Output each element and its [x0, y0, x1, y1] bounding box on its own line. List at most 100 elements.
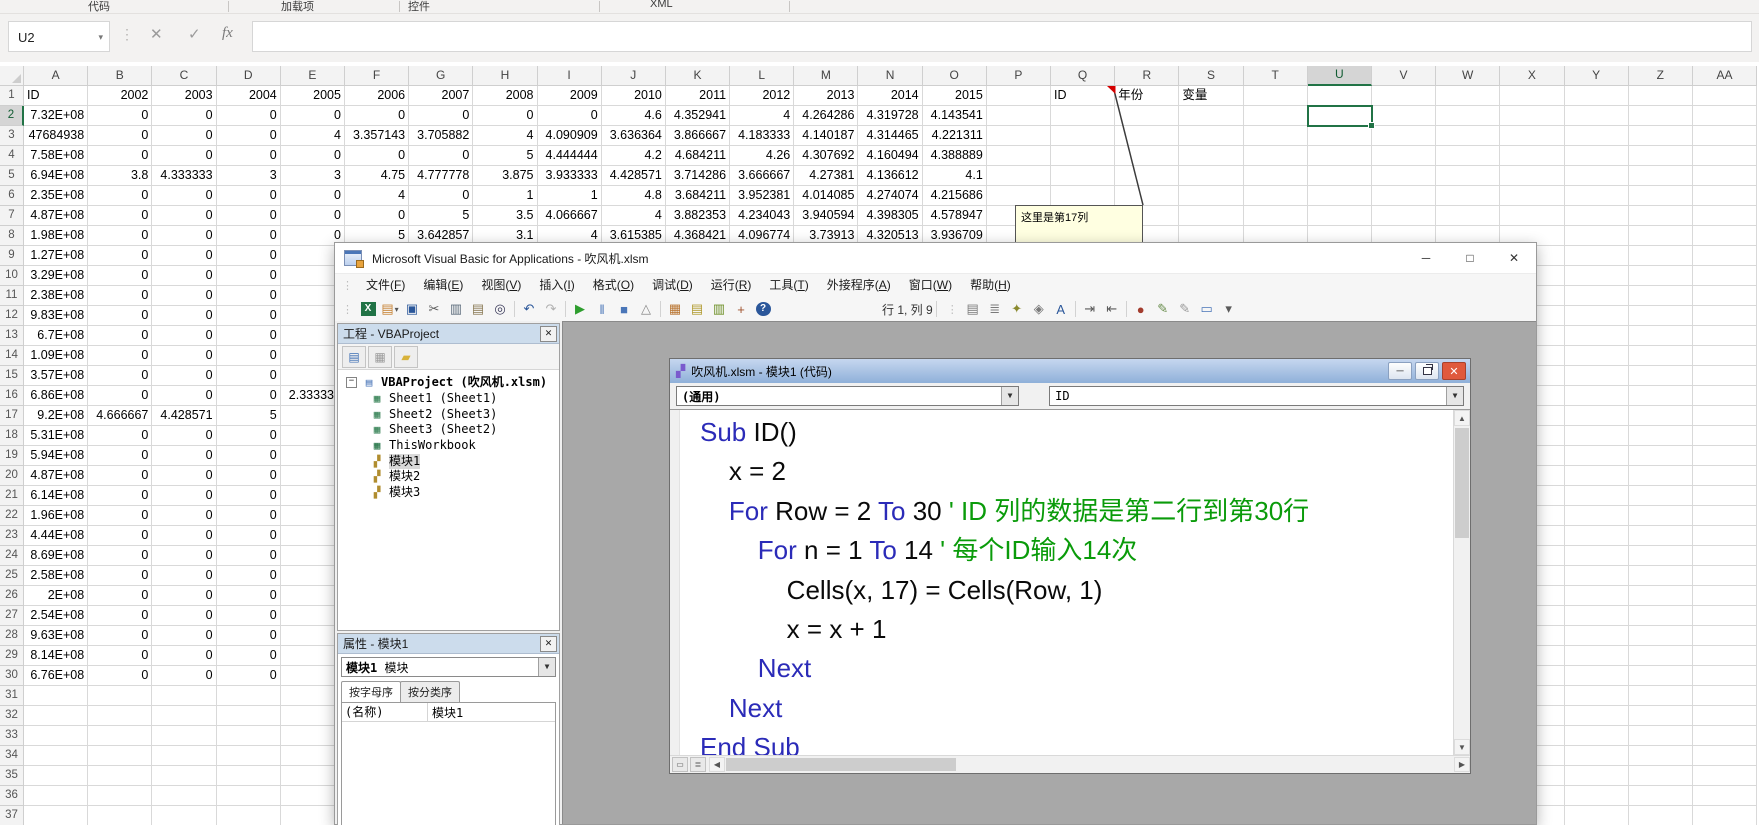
cell[interactable] [1564, 326, 1629, 346]
cell[interactable] [1564, 306, 1629, 326]
row-header[interactable]: 30 [0, 666, 24, 686]
cell[interactable]: 8.14E+08 [24, 646, 89, 666]
cell[interactable] [1243, 206, 1308, 226]
cell[interactable] [152, 786, 217, 806]
row-header[interactable]: 32 [0, 706, 24, 726]
insert-userform-icon[interactable]: ▤ ▾ [380, 300, 400, 319]
toolbox-icon[interactable]: + [731, 300, 751, 319]
cell[interactable] [1564, 606, 1629, 626]
cell[interactable]: 0 [152, 246, 217, 266]
formula-bar-input[interactable] [252, 21, 1752, 52]
cell[interactable] [1115, 146, 1180, 166]
cell[interactable]: 7.58E+08 [24, 146, 89, 166]
cell[interactable]: 4.183333 [730, 126, 795, 146]
cell[interactable] [1307, 206, 1372, 226]
horizontal-scrollbar-row[interactable]: ▭ ≣ ◀ ▶ [670, 755, 1470, 773]
cell[interactable] [1628, 346, 1693, 366]
column-header[interactable]: F [344, 66, 410, 86]
cell[interactable]: 4 [280, 126, 345, 146]
row-header[interactable]: 16 [0, 386, 24, 406]
cell[interactable]: 0 [216, 646, 281, 666]
cell[interactable] [216, 706, 281, 726]
cell[interactable]: 0 [152, 386, 217, 406]
row-header[interactable]: 5 [0, 166, 24, 186]
cell[interactable] [1692, 566, 1758, 586]
reset-icon[interactable]: ■ [614, 300, 634, 319]
cell[interactable]: 3 [216, 166, 281, 186]
cell[interactable]: 2011 [665, 86, 731, 106]
cell[interactable]: 4.428571 [152, 406, 217, 426]
cell[interactable]: 3.952381 [730, 186, 795, 206]
cell[interactable] [1436, 206, 1501, 226]
cell[interactable]: 4.44E+08 [24, 526, 89, 546]
cell[interactable]: 4.307692 [794, 146, 859, 166]
cell[interactable] [986, 106, 1051, 126]
cell[interactable] [1628, 386, 1693, 406]
cell[interactable]: 4.666667 [88, 406, 153, 426]
minimize-button[interactable]: ─ [1388, 362, 1412, 380]
cell[interactable] [1692, 666, 1758, 686]
procedure-combo[interactable]: ID ▼ [1049, 386, 1464, 406]
view-code-icon[interactable]: ▤ [342, 345, 366, 368]
cell[interactable] [88, 726, 153, 746]
chevron-down-icon[interactable]: ▼ [538, 658, 555, 676]
cell[interactable]: 0 [537, 106, 602, 126]
cell[interactable]: 0 [88, 526, 153, 546]
cell[interactable] [1115, 186, 1180, 206]
cell[interactable]: 5.31E+08 [24, 426, 89, 446]
cell[interactable]: 4.398305 [858, 206, 923, 226]
cell[interactable] [1179, 106, 1244, 126]
cell[interactable]: 0 [88, 666, 153, 686]
cell[interactable] [1436, 186, 1501, 206]
cell[interactable] [1564, 186, 1629, 206]
cell[interactable]: 3 [280, 166, 345, 186]
minimize-button[interactable]: ─ [1404, 243, 1448, 273]
cell[interactable] [1692, 126, 1758, 146]
column-header[interactable]: K [665, 66, 731, 86]
cell[interactable] [1692, 546, 1758, 566]
cell[interactable] [1564, 106, 1629, 126]
cell[interactable] [152, 686, 217, 706]
cell[interactable] [1628, 666, 1693, 686]
cell[interactable] [1692, 326, 1758, 346]
cell[interactable]: 4.221311 [922, 126, 987, 146]
uncomment-block-icon[interactable]: ✎ [1175, 300, 1195, 319]
row-header[interactable]: 12 [0, 306, 24, 326]
menu-item-9[interactable]: 窗口(W) [900, 274, 961, 296]
row-header[interactable]: 6 [0, 186, 24, 206]
help-icon[interactable]: ? [753, 300, 773, 319]
cell[interactable]: 0 [280, 186, 345, 206]
cell[interactable]: 0 [152, 366, 217, 386]
cell[interactable]: 0 [88, 266, 153, 286]
indent-icon[interactable]: ⇥ [1080, 300, 1100, 319]
cell[interactable]: 4.26 [730, 146, 795, 166]
cell[interactable]: 0 [88, 206, 153, 226]
cell[interactable] [1564, 786, 1629, 806]
cell[interactable]: 4 [730, 106, 795, 126]
row-header[interactable]: 9 [0, 246, 24, 266]
row-header[interactable]: 27 [0, 606, 24, 626]
menu-item-3[interactable]: 插入(I) [530, 274, 583, 296]
properties-tabs[interactable]: 按字母序 按分类序 [341, 681, 556, 702]
cell[interactable] [1692, 706, 1758, 726]
cell[interactable] [1371, 166, 1437, 186]
save-icon[interactable]: ▣ [402, 300, 422, 319]
project-tree[interactable]: − ▤ VBAProject (吹风机.xlsm) ▦ Sheet1 (Sheet1) ▦… [338, 370, 559, 630]
cell[interactable] [1371, 106, 1437, 126]
cell[interactable]: 0 [216, 286, 281, 306]
cell[interactable]: 4.140187 [794, 126, 859, 146]
list-properties-icon[interactable]: ▤ [963, 300, 983, 319]
cell[interactable] [1564, 766, 1629, 786]
cell[interactable] [1564, 406, 1629, 426]
cell[interactable]: 3.714286 [665, 166, 731, 186]
column-header[interactable]: G [409, 66, 474, 86]
cell[interactable]: 0 [152, 206, 217, 226]
cell[interactable] [1692, 246, 1758, 266]
row-header[interactable]: 37 [0, 806, 24, 825]
cell[interactable]: 1 [473, 186, 538, 206]
maximize-button[interactable]: □ [1448, 243, 1492, 273]
cell[interactable] [1051, 126, 1116, 146]
cell[interactable] [1628, 266, 1693, 286]
cell[interactable] [1564, 246, 1629, 266]
cell[interactable] [1692, 746, 1758, 766]
